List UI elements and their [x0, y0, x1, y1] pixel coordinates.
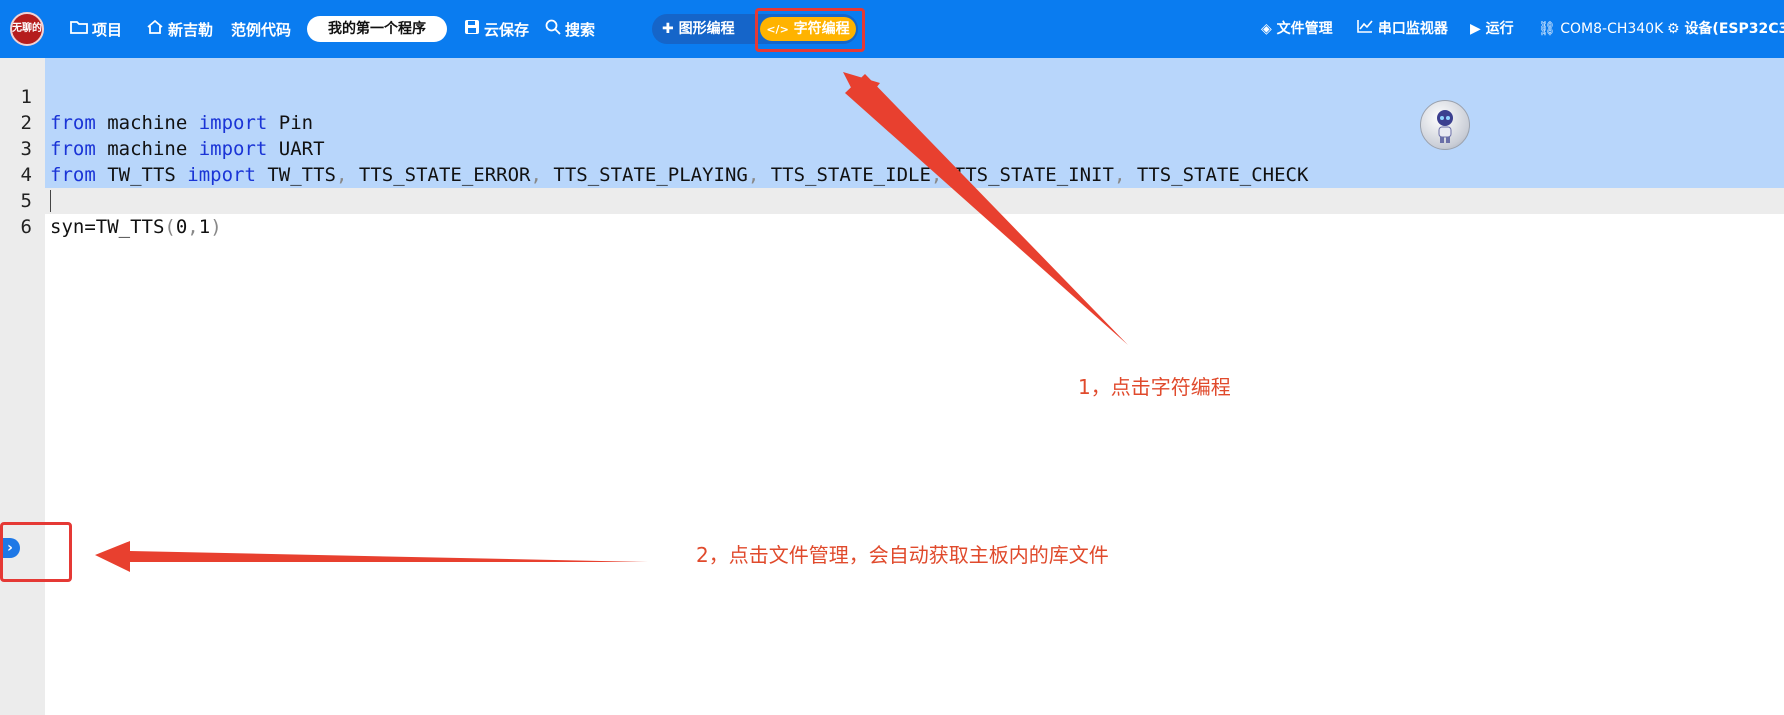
arrowhead-expand: [95, 541, 130, 572]
arrow-to-expand: [130, 551, 648, 562]
annotation-arrows: [95, 72, 1128, 572]
arrow-to-code-mode: [845, 74, 1128, 345]
annotation-step2: 2，点击文件管理，会自动获取主板内的库文件: [696, 543, 1109, 567]
annotation-step1: 1，点击字符编程: [1078, 375, 1231, 399]
